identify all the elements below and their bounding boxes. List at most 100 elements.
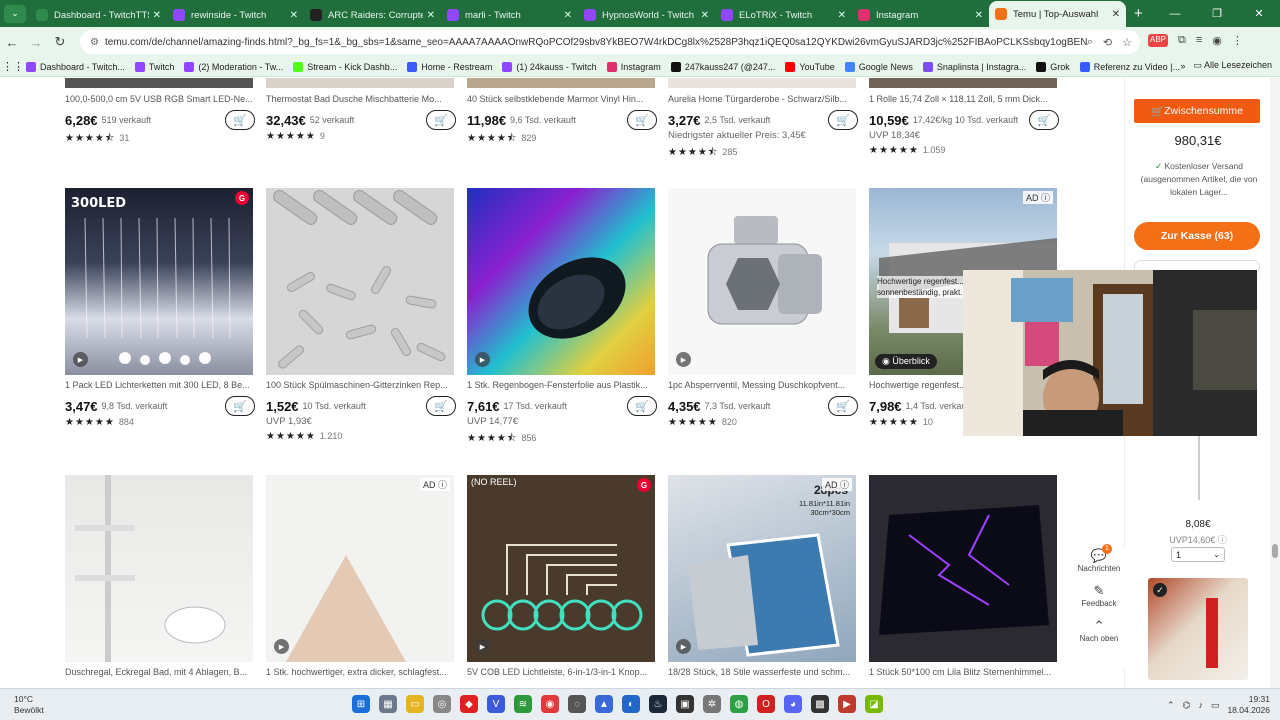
product-card-info[interactable]: 100 Stück Spülmaschinen-Gitterzinken Rep… xyxy=(266,380,456,442)
rating-stars[interactable]: ★★★★⯪ 31 xyxy=(65,131,255,148)
youtube-studio-icon[interactable]: ▶ xyxy=(838,695,856,713)
product-title[interactable]: 100,0-500,0 cm 5V USB RGB Smart LED-Ne..… xyxy=(65,94,255,106)
quantity-select[interactable]: 1 ⌄ xyxy=(1171,547,1225,562)
product-title[interactable]: 5V COB LED Lichtleiste, 6-in-1/3-in-1 Kn… xyxy=(467,667,657,679)
bookmark-item[interactable]: Google News xyxy=(844,61,913,72)
maximize-button[interactable]: ❐ xyxy=(1196,7,1238,20)
product-title[interactable]: 1 Stück 50*100 cm Lila Blitz Sternenhimm… xyxy=(869,667,1059,679)
battery-icon[interactable]: ▭ xyxy=(1211,700,1220,711)
add-to-cart-icon[interactable]: 🛒 xyxy=(627,110,657,130)
product-title[interactable]: 1 Rolle 15,74 Zoll × 118,11 Zoll, 5 mm D… xyxy=(869,94,1059,106)
tab-close-icon[interactable]: ✕ xyxy=(290,10,298,21)
rating-stars[interactable]: ★★★★★ 9 xyxy=(266,131,456,142)
checkout-button[interactable]: Zur Kasse (63) xyxy=(1134,222,1260,250)
rating-stars[interactable]: ★★★★★ 820 xyxy=(668,417,858,428)
nvidia-icon[interactable]: ◪ xyxy=(865,695,883,713)
play-video-icon[interactable]: ▶ xyxy=(676,352,691,367)
play-video-icon[interactable]: ▶ xyxy=(274,639,289,654)
product-card-info[interactable]: Duschregal, Eckregal Bad, mit 4 Ablagen,… xyxy=(65,667,255,679)
browser-tab[interactable]: Instagram ✕ xyxy=(852,3,989,27)
add-to-cart-icon[interactable]: 🛒 xyxy=(828,110,858,130)
page-scrollbar[interactable] xyxy=(1270,78,1280,688)
add-to-cart-icon[interactable]: 🛒 xyxy=(627,396,657,416)
product-image-shower-shelf[interactable] xyxy=(65,475,253,662)
browser-tab[interactable]: rewinside - Twitch ✕ xyxy=(167,3,304,27)
minimize-button[interactable]: — xyxy=(1154,8,1196,20)
profile-avatar[interactable]: ◉ xyxy=(1212,34,1222,47)
tab-close-icon[interactable]: ✕ xyxy=(1112,9,1120,20)
bookmark-item[interactable]: Twitch xyxy=(134,61,174,72)
adblock-extension-icon[interactable]: ABP xyxy=(1148,34,1169,47)
apps-grid-icon[interactable]: ⋮⋮ xyxy=(0,60,26,73)
clock[interactable]: 19:31 18.04.2026 xyxy=(1227,694,1270,716)
messages-button[interactable]: 💬 1 Nachrichten xyxy=(1072,544,1126,573)
product-title[interactable]: 40 Stück selbstklebende Marmor Vinyl Hin… xyxy=(467,94,657,106)
close-window-button[interactable]: ✕ xyxy=(1238,7,1280,20)
bookmark-item[interactable]: Stream - Kick Dashb... xyxy=(293,61,397,72)
vegas-icon[interactable]: V xyxy=(487,695,505,713)
volume-icon[interactable]: ♪ xyxy=(1198,700,1203,710)
play-video-icon[interactable]: ▶ xyxy=(676,639,691,654)
add-to-cart-icon[interactable]: 🛒 xyxy=(426,396,456,416)
app-layers-icon[interactable]: ≋ xyxy=(514,695,532,713)
product-card-info[interactable]: 18/28 Stück, 18 Stile wasserfeste und sc… xyxy=(668,667,858,679)
tray-chevron-icon[interactable]: ⌃ xyxy=(1167,700,1175,711)
product-title[interactable]: 1 Pack LED Lichterketten mit 300 LED, 8 … xyxy=(65,380,255,392)
steam-icon[interactable]: ♨ xyxy=(649,695,667,713)
product-title[interactable]: 18/28 Stück, 18 Stile wasserfeste und sc… xyxy=(668,667,858,679)
scrollbar-thumb[interactable] xyxy=(1272,544,1278,558)
add-to-cart-icon[interactable]: 🛒 xyxy=(828,396,858,416)
browser-tab[interactable]: Dashboard - TwitchTTS ✕ xyxy=(30,3,167,27)
product-card-info[interactable]: Aurelia Home Türgarderobe - Schwarz/Silb… xyxy=(668,94,858,162)
product-card-info[interactable]: 1 Stk. Regenbogen-Fensterfolie aus Plast… xyxy=(467,380,657,448)
browser-tab[interactable]: ARC Raiders: Corrupted I ✕ xyxy=(304,3,441,27)
bookmark-item[interactable]: (2) Moderation - Tw... xyxy=(184,61,283,72)
forward-button[interactable]: → xyxy=(24,35,48,50)
play-video-icon[interactable]: ▶ xyxy=(475,639,490,654)
media-control-icon[interactable]: ≡ xyxy=(1196,34,1202,47)
rating-stars[interactable]: ★★★★★ 884 xyxy=(65,417,255,428)
bookmark-star-icon[interactable]: ☆ xyxy=(1122,36,1132,49)
start-icon[interactable]: ⊞ xyxy=(352,695,370,713)
play-video-icon[interactable]: ▶ xyxy=(475,352,490,367)
tab-close-icon[interactable]: ✕ xyxy=(701,10,709,21)
file-explorer-icon[interactable]: ▭ xyxy=(406,695,424,713)
app-red2-icon[interactable]: ◉ xyxy=(541,695,559,713)
weather-widget[interactable]: 10°C Bewölkt xyxy=(14,694,44,716)
back-button[interactable]: ← xyxy=(0,35,24,50)
product-image-led-strip[interactable]: (NO REEL) G ▶ xyxy=(467,475,655,662)
browser-tab[interactable]: HypnosWorld - Twitch ✕ xyxy=(578,3,715,27)
tab-close-icon[interactable]: ✕ xyxy=(564,10,572,21)
product-card-info[interactable]: 1 Stück 50*100 cm Lila Blitz Sternenhimm… xyxy=(869,667,1059,679)
add-to-cart-icon[interactable]: 🛒 xyxy=(426,110,456,130)
app-gear-icon[interactable]: ✲ xyxy=(703,695,721,713)
tab-close-icon[interactable]: ✕ xyxy=(975,10,983,21)
product-title[interactable]: 1 Stk. hochwertiger, extra dicker, schla… xyxy=(266,667,456,679)
product-image-rainbow-film[interactable]: ▶ xyxy=(467,188,655,375)
overview-button[interactable]: ◉ Überblick xyxy=(875,354,937,369)
product-title[interactable]: Duschregal, Eckregal Bad, mit 4 Ablagen,… xyxy=(65,667,255,679)
all-bookmarks-folder[interactable]: ▭ Alle Lesezeichen xyxy=(1193,60,1272,71)
app-grid-icon[interactable]: ▩ xyxy=(811,695,829,713)
product-title[interactable]: Thermostat Bad Dusche Mischbatterie Mo..… xyxy=(266,94,456,106)
product-image-purple-lightning-mat[interactable] xyxy=(869,475,1057,662)
product-image-strip[interactable] xyxy=(869,78,1057,88)
calculator-icon[interactable]: ▦ xyxy=(379,695,397,713)
tab-search-button[interactable]: ⌄ xyxy=(4,4,26,23)
bookmark-item[interactable]: Instagram xyxy=(606,61,661,72)
product-card-info[interactable]: 1pc Absperrventil, Messing Duschkopfvent… xyxy=(668,380,858,428)
rating-stars[interactable]: ★★★★★ 1.210 xyxy=(266,431,456,442)
bookmark-item[interactable]: Grok xyxy=(1036,61,1070,72)
product-image-strip[interactable] xyxy=(65,78,253,88)
product-title[interactable]: 1pc Absperrventil, Messing Duschkopfvent… xyxy=(668,380,858,392)
network-icon[interactable]: ⌬ xyxy=(1183,700,1191,711)
site-info-icon[interactable]: ⚙ xyxy=(90,37,99,48)
product-card-info[interactable]: 5V COB LED Lichtleiste, 6-in-1/3-in-1 Kn… xyxy=(467,667,657,679)
reload-button[interactable]: ↻ xyxy=(48,34,72,50)
zoom-icon[interactable]: ⌕ xyxy=(1087,36,1093,49)
rating-stars[interactable]: ★★★★⯪ 856 xyxy=(467,431,657,448)
bookmark-item[interactable]: (1) 24kauss - Twitch xyxy=(502,61,597,72)
product-card-info[interactable]: 40 Stück selbstklebende Marmor Vinyl Hin… xyxy=(467,94,657,148)
selected-check-icon[interactable]: ✓ xyxy=(1153,583,1167,597)
product-image-strip[interactable] xyxy=(266,78,454,88)
